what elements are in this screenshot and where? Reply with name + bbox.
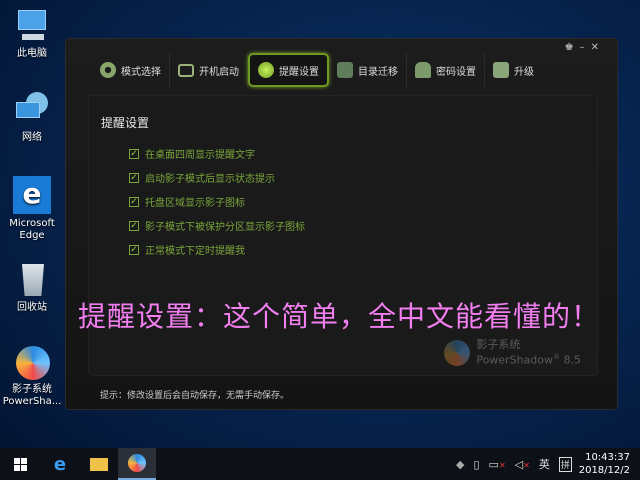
desktop-icon-label: Microsoft Edge bbox=[9, 218, 55, 241]
taskbar: e ◆ ▯ ▭✕ ◁✕ 英 拼 10:43:37 2018/12/2 bbox=[0, 448, 640, 480]
window-controls: ♚–✕ bbox=[565, 42, 605, 53]
option-label: 正常模式下定时提醒我 bbox=[145, 246, 245, 257]
checkbox-checked[interactable]: ✓ bbox=[129, 244, 139, 255]
powershadow-logo-icon bbox=[444, 339, 471, 366]
desktop-icon-recycle-bin[interactable]: 回收站 bbox=[2, 262, 62, 314]
minimize-button[interactable]: – bbox=[580, 42, 591, 53]
tab-password-settings[interactable]: 密码设置 bbox=[407, 53, 485, 87]
brand-version: 8.5 bbox=[563, 354, 582, 367]
option-partition-icon[interactable]: ✓ 影子模式下被保护分区显示影子图标 bbox=[129, 218, 305, 233]
checkbox-checked[interactable]: ✓ bbox=[129, 196, 139, 207]
option-timed-reminder[interactable]: ✓ 正常模式下定时提醒我 bbox=[129, 242, 245, 257]
clock-date: 2018/12/2 bbox=[578, 465, 630, 476]
taskbar-edge[interactable]: e bbox=[42, 448, 78, 480]
edge-icon: e bbox=[53, 453, 67, 475]
brand-reg: ® bbox=[553, 353, 560, 362]
overlay-caption: 提醒设置：这个简单，全中文能看懂的！ bbox=[78, 300, 601, 333]
tab-label: 目录迁移 bbox=[358, 66, 398, 78]
tab-label: 开机启动 bbox=[199, 66, 239, 78]
tab-label: 升级 bbox=[514, 66, 534, 78]
powershadow-icon bbox=[14, 344, 50, 380]
desktop-icon-computer[interactable]: 此电脑 bbox=[2, 8, 62, 60]
brand-logo: 影子系统 PowerShadow® 8.5 bbox=[444, 338, 581, 367]
option-label: 影子模式下被保护分区显示影子图标 bbox=[145, 222, 305, 233]
desktop-icon-powershadow[interactable]: 影子系统 PowerSha... bbox=[2, 344, 62, 408]
network-disconnected-icon[interactable]: ▭✕ bbox=[489, 458, 506, 471]
ime-language[interactable]: 英 bbox=[539, 456, 550, 472]
tab-label: 模式选择 bbox=[121, 66, 161, 78]
option-label: 在桌面四周显示提醒文字 bbox=[145, 150, 255, 161]
system-tray: ◆ ▯ ▭✕ ◁✕ 英 拼 bbox=[456, 448, 572, 480]
checkbox-checked[interactable]: ✓ bbox=[129, 172, 139, 183]
clock-time: 10:43:37 bbox=[585, 452, 630, 463]
tab-label: 密码设置 bbox=[436, 66, 476, 78]
hint-text: 提示：修改设置后会自动保存，无需手动保存。 bbox=[100, 391, 290, 401]
gear-icon bbox=[100, 62, 116, 78]
bulb-icon bbox=[258, 62, 274, 78]
brand-name: 影子系统 bbox=[476, 338, 521, 352]
powershadow-tray-icon[interactable]: ◆ bbox=[456, 458, 464, 471]
computer-icon bbox=[14, 8, 50, 44]
windows-icon bbox=[13, 457, 27, 471]
ime-mode[interactable]: 拼 bbox=[558, 456, 572, 472]
tab-startup[interactable]: 开机启动 bbox=[170, 53, 248, 87]
option-desktop-reminder-text[interactable]: ✓ 在桌面四周显示提醒文字 bbox=[129, 146, 255, 161]
powershadow-window: ♚–✕ 模式选择 开机启动 提醒设置 目录迁移 密码设置 升级 提醒设置 ✓ 在桌… bbox=[65, 38, 618, 410]
usb-icon[interactable]: ▯ bbox=[473, 458, 479, 471]
tab-label: 提醒设置 bbox=[279, 66, 319, 78]
monitor-icon bbox=[178, 63, 194, 77]
upgrade-icon bbox=[493, 62, 509, 78]
option-tray-icon[interactable]: ✓ 托盘区域显示影子图标 bbox=[129, 194, 245, 209]
option-status-prompt[interactable]: ✓ 启动影子模式后显示状态提示 bbox=[129, 170, 275, 185]
volume-muted-icon[interactable]: ◁✕ bbox=[515, 458, 530, 471]
desktop-icon-label: 此电脑 bbox=[17, 48, 47, 59]
network-icon bbox=[14, 92, 50, 128]
option-label: 托盘区域显示影子图标 bbox=[145, 198, 245, 209]
taskbar-powershadow[interactable] bbox=[118, 448, 156, 480]
desktop-icon-edge[interactable]: e Microsoft Edge bbox=[2, 176, 62, 242]
desktop-icon-label: 网络 bbox=[22, 132, 42, 143]
checkbox-checked[interactable]: ✓ bbox=[129, 220, 139, 231]
tab-directory-migration[interactable]: 目录迁移 bbox=[329, 53, 407, 87]
powershadow-icon bbox=[128, 454, 146, 472]
option-label: 启动影子模式后显示状态提示 bbox=[145, 174, 275, 185]
close-button[interactable]: ✕ bbox=[591, 42, 605, 53]
desktop-icon-label: 影子系统 PowerSha... bbox=[2, 384, 62, 407]
panel-title: 提醒设置 bbox=[101, 116, 150, 130]
brand-product: PowerShadow bbox=[476, 354, 553, 367]
folder-icon bbox=[337, 62, 353, 78]
taskbar-file-explorer[interactable] bbox=[80, 448, 118, 480]
checkbox-checked[interactable]: ✓ bbox=[129, 148, 139, 159]
tab-mode-select[interactable]: 模式选择 bbox=[92, 53, 170, 87]
desktop-icon-network[interactable]: 网络 bbox=[2, 92, 62, 144]
tab-reminder-settings[interactable]: 提醒设置 bbox=[248, 53, 329, 87]
folder-icon bbox=[90, 457, 108, 471]
tab-bar: 模式选择 开机启动 提醒设置 目录迁移 密码设置 升级 bbox=[92, 53, 542, 87]
start-button[interactable] bbox=[0, 448, 40, 480]
clock[interactable]: 10:43:37 2018/12/2 bbox=[579, 451, 630, 477]
lock-icon bbox=[415, 62, 431, 78]
tab-upgrade[interactable]: 升级 bbox=[485, 53, 542, 87]
recycle-bin-icon bbox=[14, 262, 50, 298]
desktop-icon-label: 回收站 bbox=[17, 302, 47, 313]
edge-icon: e bbox=[13, 176, 51, 214]
skin-button[interactable]: ♚ bbox=[565, 42, 580, 53]
